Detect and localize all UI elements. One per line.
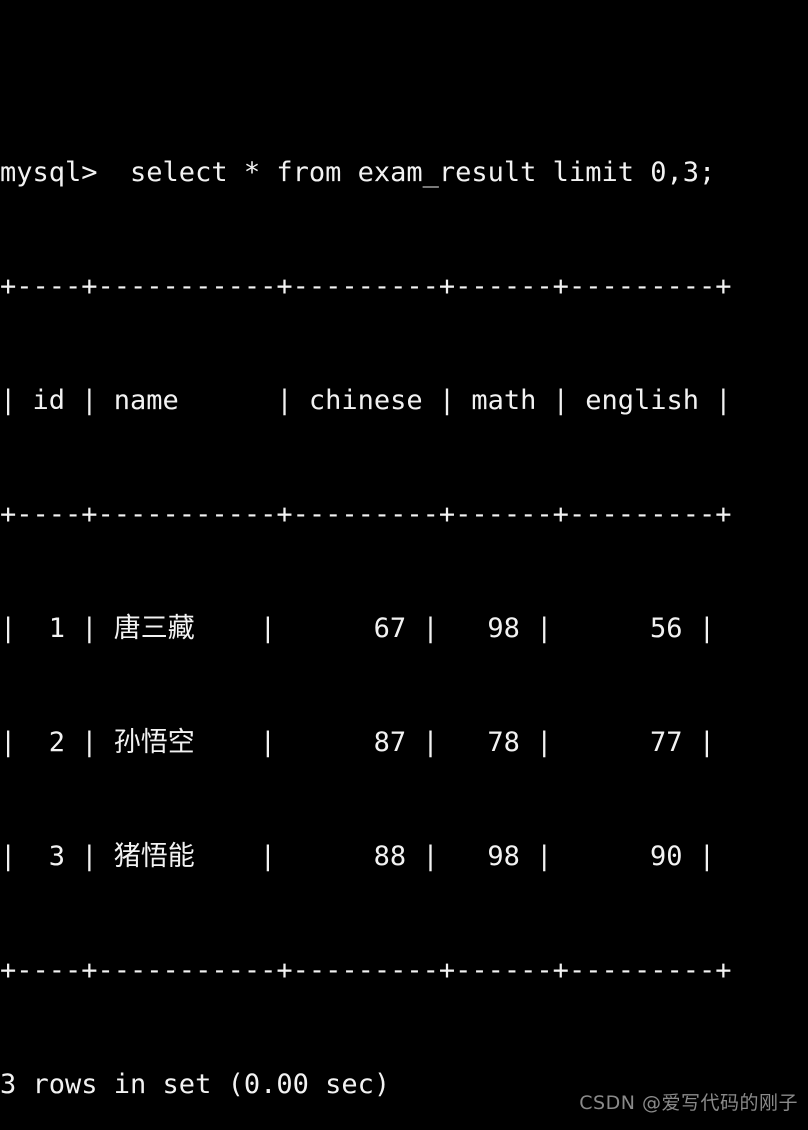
- table-row: | 2 | 孙悟空 | 87 | 78 | 77 |: [0, 727, 715, 758]
- table-header: | id | name | chinese | math | english |: [0, 385, 732, 416]
- command-line: mysql> select * from exam_result limit 0…: [0, 157, 716, 188]
- table-separator: +----+-----------+---------+------+-----…: [0, 955, 732, 986]
- table-row: | 1 | 唐三藏 | 67 | 98 | 56 |: [0, 613, 715, 644]
- terminal-window[interactable]: mysql> select * from exam_result limit 0…: [0, 0, 808, 1130]
- table-row: | 3 | 猪悟能 | 88 | 98 | 90 |: [0, 841, 715, 872]
- watermark: CSDN @爱写代码的刚子: [579, 1092, 798, 1114]
- table-separator: +----+-----------+---------+------+-----…: [0, 499, 732, 530]
- terminal-screen: mysql> select * from exam_result limit 0…: [0, 2, 732, 1130]
- table-separator: +----+-----------+---------+------+-----…: [0, 271, 732, 302]
